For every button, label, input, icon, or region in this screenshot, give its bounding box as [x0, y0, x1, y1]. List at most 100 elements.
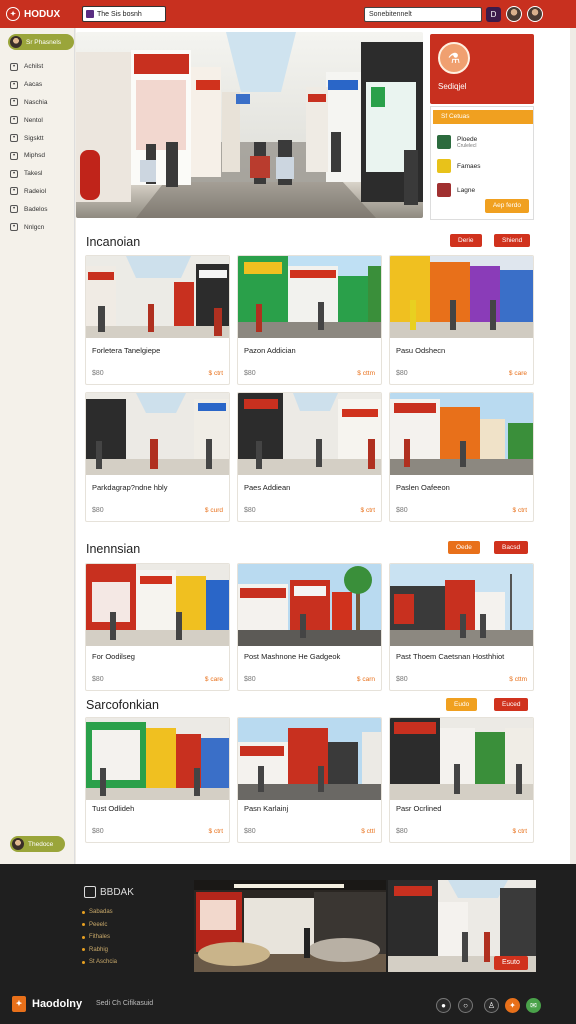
- sidebar-footer-button[interactable]: Thedoce: [10, 836, 65, 852]
- chart-icon: •: [10, 187, 18, 196]
- avatar-secondary[interactable]: [527, 6, 543, 22]
- footer-logo-icon: [84, 886, 96, 898]
- sidebar-item-label: Miphsd: [24, 152, 45, 160]
- sidebar-item-label: Aacas: [24, 81, 43, 89]
- chat-icon[interactable]: ✉: [526, 998, 541, 1013]
- card-secondary-price: $ ctrt: [208, 370, 223, 377]
- section-title: Sarcofonkian: [86, 698, 159, 712]
- brand-logo-icon: ✦: [6, 7, 20, 21]
- card-image: [86, 718, 229, 800]
- card-title: Pazon Addician: [244, 346, 296, 355]
- promo-row[interactable]: Famaes: [437, 159, 480, 173]
- info-icon[interactable]: ●: [436, 998, 451, 1013]
- card-price: $80: [244, 507, 256, 514]
- footer-link[interactable]: Sabadas: [82, 906, 117, 919]
- card-image: [238, 718, 381, 800]
- footer-link[interactable]: Peeelc: [82, 919, 117, 932]
- product-card[interactable]: Tust Odlideh $80 $ ctrt: [85, 717, 230, 843]
- card-title: Parkdagrap?ndne hbly: [92, 483, 168, 492]
- promo-row-title: Famaes: [457, 162, 481, 170]
- product-card[interactable]: Paslen Oafeeon $80 $ ctrt: [389, 392, 534, 522]
- bullet-icon: [82, 948, 85, 952]
- section-button-shiend[interactable]: Shiend: [494, 234, 531, 247]
- globe-icon[interactable]: ○: [458, 998, 473, 1013]
- section-button-bacsd[interactable]: Bacsd: [494, 541, 529, 554]
- product-card[interactable]: For Oodilseg $80 $ care: [85, 563, 230, 691]
- sidebar-item-2[interactable]: • Aacas: [10, 76, 48, 94]
- card-secondary-price: $ ctrt: [360, 507, 375, 514]
- card-title: Paslen Oafeeon: [396, 483, 450, 492]
- bullet-icon: [82, 935, 85, 939]
- shield-icon: ✦: [12, 996, 26, 1012]
- footer-brand[interactable]: ✦ Haodolny: [12, 996, 82, 1012]
- app-brand[interactable]: ✦ HODUX: [6, 7, 82, 21]
- footer-link[interactable]: Fithales: [82, 931, 117, 944]
- card-price: $80: [244, 828, 256, 835]
- footer-logo[interactable]: BBDAK: [84, 886, 134, 898]
- footer-link[interactable]: St Aschcia: [82, 956, 117, 969]
- sidebar-item-label: Naschia: [24, 98, 48, 106]
- card-price: $80: [244, 370, 256, 377]
- card-image: [86, 256, 229, 338]
- product-card[interactable]: Paes Addiean $80 $ ctrt: [237, 392, 382, 522]
- footer-link[interactable]: Rabhig: [82, 944, 117, 957]
- card-price: $80: [396, 507, 408, 514]
- card-price: $80: [92, 676, 104, 683]
- promo-panel[interactable]: ⚗ Sediqjel: [430, 34, 534, 104]
- footer-image-showroom[interactable]: [194, 880, 386, 972]
- card-secondary-price: $ curd: [204, 507, 223, 514]
- footer-logo-text: BBDAK: [100, 886, 134, 898]
- sidebar-item-7[interactable]: • Takesl: [10, 165, 48, 183]
- section-button-oede[interactable]: Oede: [448, 541, 480, 554]
- profile-button[interactable]: D: [486, 7, 501, 22]
- card-secondary-price: $ cttm: [357, 370, 375, 377]
- sidebar-item-4[interactable]: • Nentol: [10, 111, 48, 129]
- avatar[interactable]: [506, 6, 522, 22]
- sidebar-item-1[interactable]: • Achilst: [10, 58, 48, 76]
- promo-bar[interactable]: Sf Cetuas: [433, 110, 533, 124]
- card-image: [238, 393, 381, 475]
- section-button-eudo[interactable]: Eudo: [446, 698, 478, 711]
- product-card[interactable]: Post Mashnone He Gadgeok $80 $ carn: [237, 563, 382, 691]
- section-button-derie[interactable]: Derie: [450, 234, 482, 247]
- card-image: [390, 564, 533, 646]
- sidebar-user-label: Sr Phasnels: [26, 38, 62, 46]
- sidebar-item-8[interactable]: • Radeiol: [10, 183, 48, 201]
- promo-row-title: Ploede: [457, 135, 478, 143]
- hero-image[interactable]: [76, 32, 423, 218]
- sidebar-item-9[interactable]: • Badelos: [10, 200, 48, 218]
- sidebar-item-3[interactable]: • Naschia: [10, 94, 48, 112]
- search-input[interactable]: Sonebitennelt: [364, 7, 482, 22]
- card-title: Post Mashnone He Gadgeok: [244, 652, 341, 661]
- sidebar-item-5[interactable]: • Sigsktt: [10, 129, 48, 147]
- active-tab[interactable]: The Sis bosnh: [82, 6, 166, 22]
- settings-icon: •: [10, 223, 18, 232]
- promo-action-button[interactable]: Aep ferdo: [484, 199, 529, 213]
- product-card[interactable]: Past Thoem Caetsnan Hosthhiot $80 $ cttm: [389, 563, 534, 691]
- section-button-euced[interactable]: Euced: [494, 698, 529, 711]
- sidebar-item-10[interactable]: • Nnlgcn: [10, 218, 48, 236]
- product-card[interactable]: Parkdagrap?ndne hbly $80 $ curd: [85, 392, 230, 522]
- product-card[interactable]: Pazon Addician $80 $ cttm: [237, 255, 382, 385]
- footer-action-button[interactable]: Esuto: [494, 956, 528, 970]
- brand-name: HODUX: [24, 8, 61, 20]
- product-card[interactable]: Pasn Karlainj $80 $ cttl: [237, 717, 382, 843]
- card-title: Pasu Odshecn: [396, 346, 446, 355]
- card-price: $80: [244, 676, 256, 683]
- card-secondary-price: $ ctrt: [208, 828, 223, 835]
- card-title: Pasr Ocrlined: [396, 804, 442, 813]
- footer-link-label: Sabadas: [89, 909, 113, 916]
- promo-row[interactable]: Ploede Crulelecl: [437, 135, 477, 149]
- product-card[interactable]: Forletera Tanelgiepe $80 $ ctrt: [85, 255, 230, 385]
- sidebar-user[interactable]: Sr Phasnels: [8, 34, 74, 50]
- sidebar-item-label: Radeiol: [24, 187, 47, 195]
- sidebar-footer-label: Thedoce: [28, 840, 54, 848]
- sidebar-item-6[interactable]: • Miphsd: [10, 147, 48, 165]
- share-icon[interactable]: ✦: [505, 998, 520, 1013]
- card-price: $80: [92, 828, 104, 835]
- promo-row[interactable]: Lagne: [437, 183, 475, 197]
- product-card[interactable]: Pasr Ocrlined $80 $ ctrt: [389, 717, 534, 843]
- product-card[interactable]: Pasu Odshecn $80 $ care: [389, 255, 534, 385]
- card-secondary-price: $ care: [204, 676, 223, 683]
- user-icon[interactable]: ♙: [484, 998, 499, 1013]
